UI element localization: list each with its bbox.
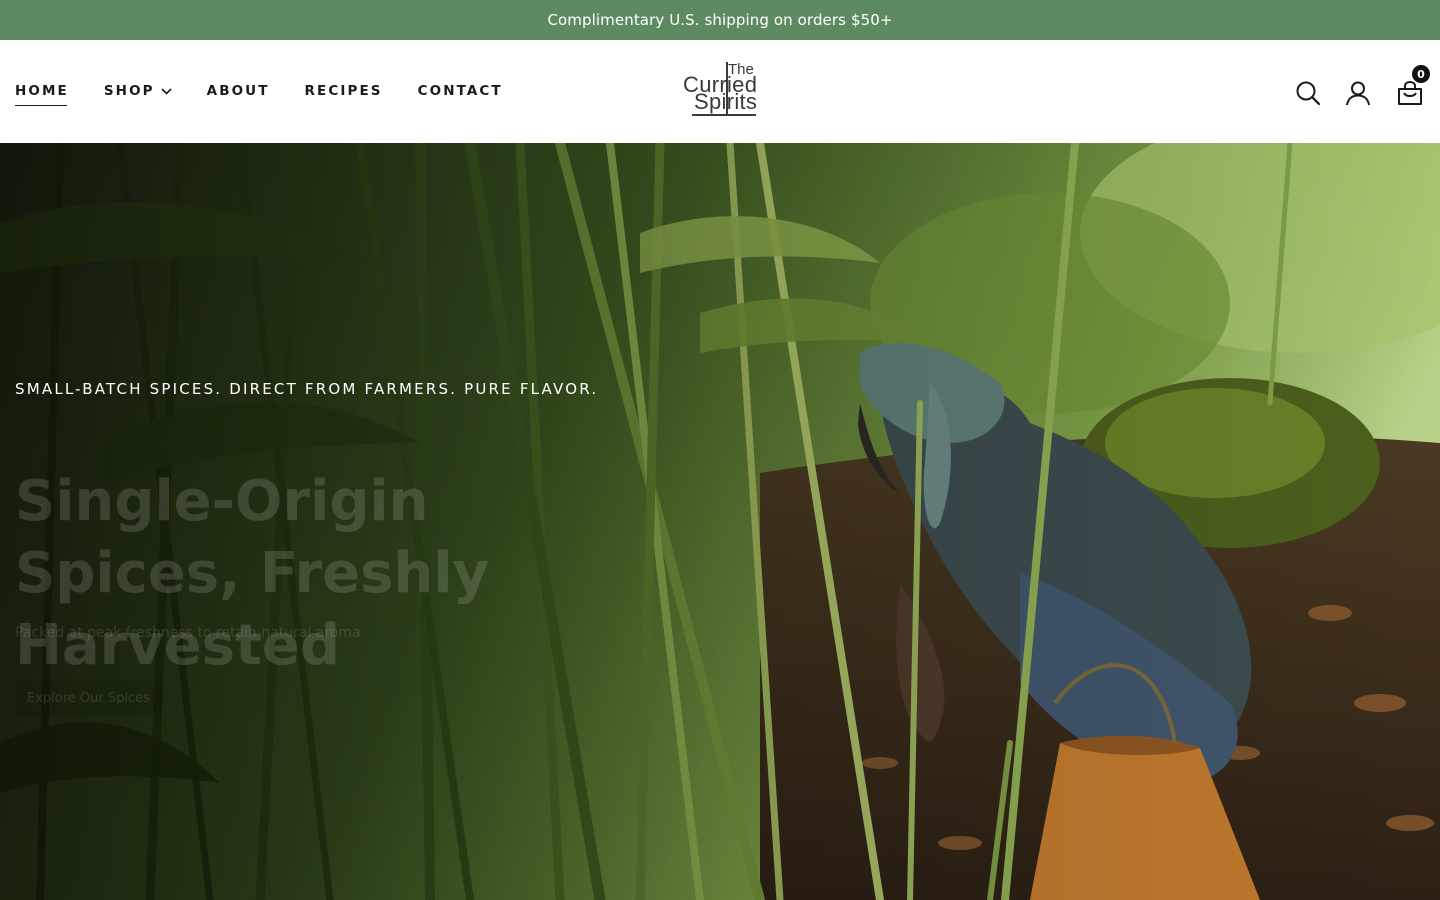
explore-spices-button[interactable]: Explore Our Spices xyxy=(15,681,162,715)
cart-count-badge: 0 xyxy=(1412,65,1430,83)
announcement-bar: Complimentary U.S. shipping on orders $5… xyxy=(0,0,1440,40)
cart-icon[interactable]: 0 xyxy=(1397,65,1430,106)
nav-shop-label: SHOP xyxy=(103,83,155,99)
site-header: HOME SHOP ABOUT RECIPES CONTACT The Curr… xyxy=(0,40,1440,143)
user-icon[interactable] xyxy=(1345,80,1371,106)
nav-about[interactable]: ABOUT xyxy=(207,83,270,100)
site-logo[interactable]: The Curried Spirits xyxy=(670,56,770,120)
nav-contact[interactable]: CONTACT xyxy=(418,83,503,100)
nav-recipes-label: RECIPES xyxy=(304,83,383,99)
nav-shop[interactable]: SHOP xyxy=(104,83,172,100)
logo-rule-vertical xyxy=(726,62,728,115)
chevron-down-icon xyxy=(161,87,172,95)
hero-title: Single-Origin Spices, Freshly Harvested xyxy=(15,469,490,678)
search-icon[interactable] xyxy=(1295,80,1321,106)
nav-about-label: ABOUT xyxy=(206,83,270,99)
nav-home[interactable]: HOME xyxy=(15,83,69,106)
nav-contact-label: CONTACT xyxy=(417,83,503,99)
nav-home-label: HOME xyxy=(15,83,69,99)
announcement-text: Complimentary U.S. shipping on orders $5… xyxy=(547,11,893,29)
nav-recipes[interactable]: RECIPES xyxy=(305,83,383,100)
hero-subtitle: Packed at peak freshness to retain natur… xyxy=(15,625,361,641)
hero-kicker: SMALL-BATCH SPICES. DIRECT FROM FARMERS.… xyxy=(15,380,599,398)
logo-rule-horizontal xyxy=(692,114,756,116)
hero-banner: SMALL-BATCH SPICES. DIRECT FROM FARMERS.… xyxy=(0,143,1440,900)
main-nav: HOME SHOP ABOUT RECIPES CONTACT xyxy=(15,40,538,143)
